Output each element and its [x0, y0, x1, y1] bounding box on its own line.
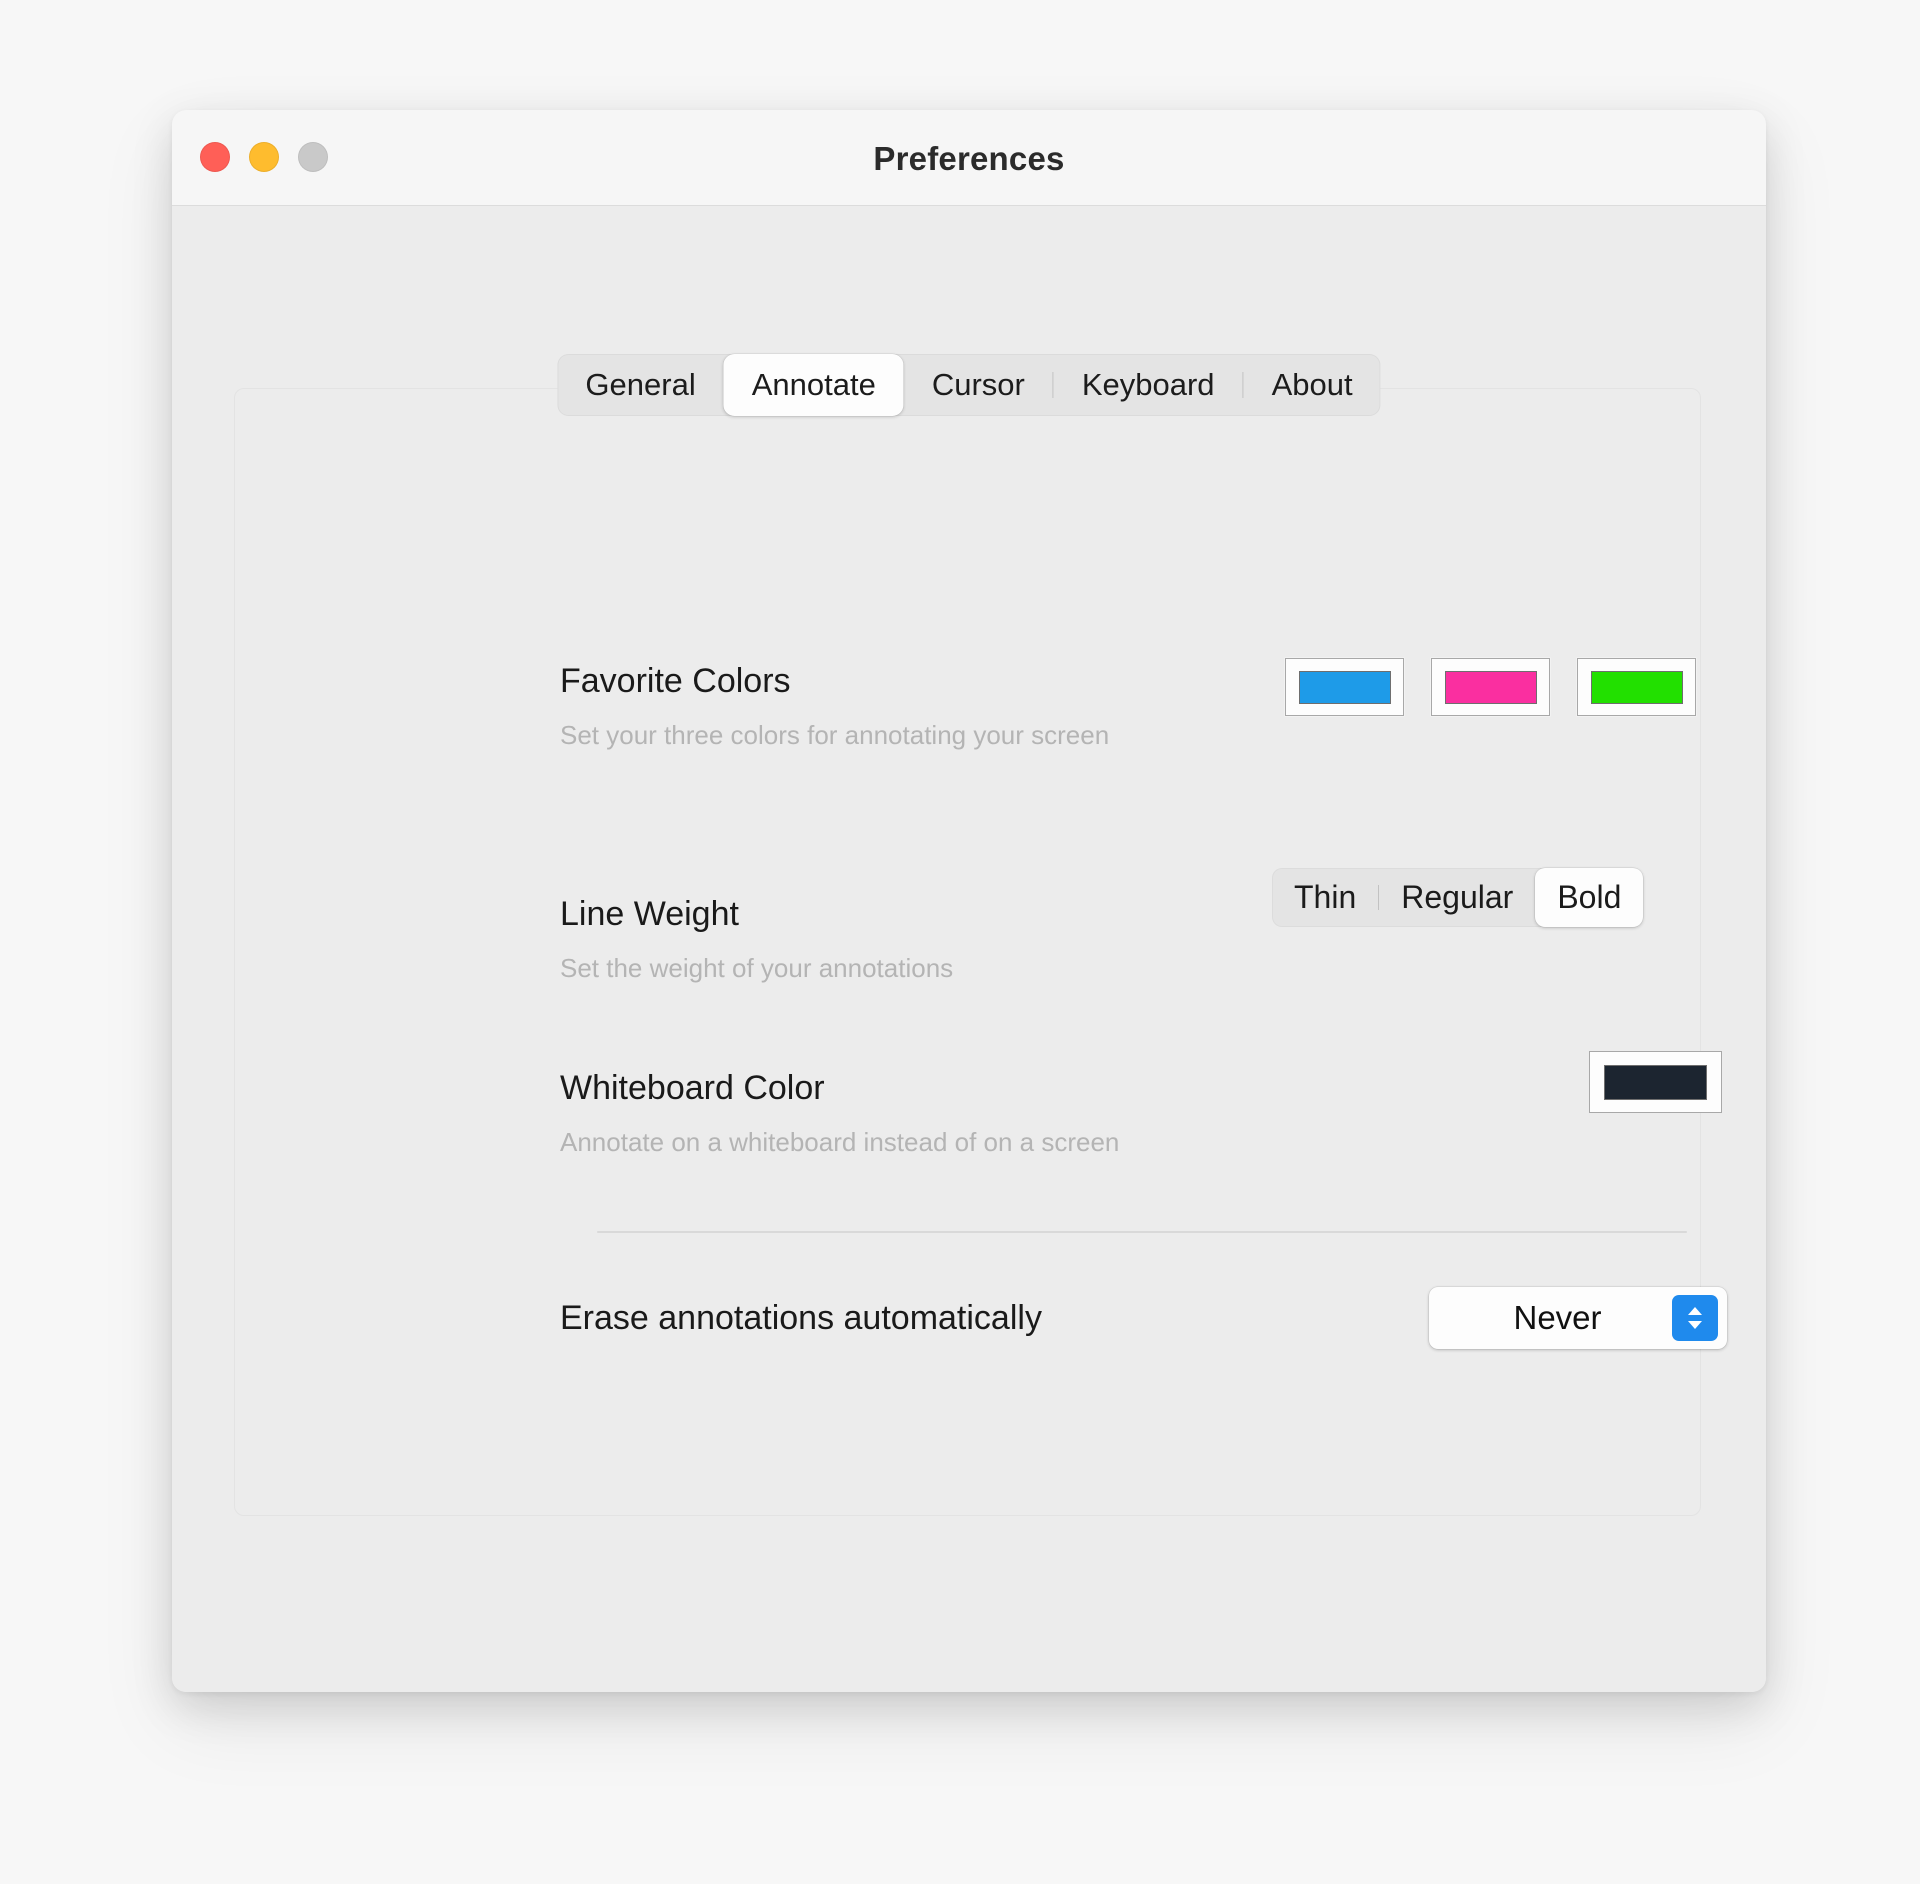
setting-whiteboard-color: Whiteboard Color Annotate on a whiteboar…: [560, 1068, 1119, 1160]
line-weight-option-thin[interactable]: Thin: [1272, 868, 1378, 927]
tab-bar: General Annotate Cursor Keyboard About: [557, 354, 1381, 416]
line-weight-subtitle: Set the weight of your annotations: [560, 952, 954, 983]
tab-annotate-label: Annotate: [751, 367, 876, 402]
tab-cursor[interactable]: Cursor: [904, 354, 1053, 416]
whiteboard-color-subtitle: Annotate on a whiteboard instead of on a…: [560, 1126, 1120, 1157]
color-well-whiteboard[interactable]: [1589, 1051, 1722, 1113]
color-well-green[interactable]: [1577, 658, 1696, 716]
window-titlebar: Preferences: [172, 110, 1766, 206]
erase-annotations-title: Erase annotations automatically: [560, 1299, 1042, 1337]
tab-annotate[interactable]: Annotate: [723, 354, 904, 416]
erase-annotations-popup-button[interactable]: Never: [1429, 1287, 1727, 1349]
preferences-content: General Annotate Cursor Keyboard About F…: [172, 206, 1766, 1692]
favorite-colors-wells: [1285, 658, 1696, 716]
color-swatch-green: [1590, 670, 1683, 704]
line-weight-option-regular[interactable]: Regular: [1379, 868, 1535, 927]
section-divider: [597, 1231, 1687, 1233]
color-swatch-blue: [1298, 670, 1391, 704]
tab-keyboard-label: Keyboard: [1081, 367, 1215, 402]
tab-about[interactable]: About: [1244, 354, 1381, 416]
line-weight-segmented-control: Thin Regular Bold: [1272, 868, 1644, 927]
color-swatch-whiteboard: [1604, 1064, 1707, 1100]
line-weight-option-bold[interactable]: Bold: [1535, 868, 1644, 927]
tab-keyboard[interactable]: Keyboard: [1054, 354, 1243, 416]
line-weight-title: Line Weight: [560, 895, 739, 933]
line-weight-option-thin-label: Thin: [1294, 879, 1357, 915]
setting-line-weight: Line Weight Set the weight of your annot…: [560, 894, 953, 986]
tab-general[interactable]: General: [557, 354, 723, 416]
favorite-colors-subtitle: Set your three colors for annotating you…: [560, 719, 1110, 750]
page-title: Preferences: [873, 140, 1065, 177]
line-weight-option-bold-label: Bold: [1557, 879, 1622, 915]
setting-erase-annotations: Erase annotations automatically: [560, 1298, 1042, 1339]
tab-about-label: About: [1271, 367, 1353, 402]
chevron-up-down-icon[interactable]: [1672, 1295, 1718, 1341]
tab-cursor-label: Cursor: [931, 367, 1025, 402]
color-swatch-pink: [1444, 670, 1537, 704]
favorite-colors-title: Favorite Colors: [560, 662, 791, 700]
whiteboard-color-title: Whiteboard Color: [560, 1069, 825, 1107]
line-weight-option-regular-label: Regular: [1401, 879, 1514, 915]
tab-general-label: General: [585, 367, 696, 402]
setting-favorite-colors: Favorite Colors Set your three colors fo…: [560, 661, 1109, 753]
preferences-window: Preferences General Annotate Cursor Keyb…: [172, 110, 1766, 1692]
color-well-blue[interactable]: [1285, 658, 1404, 716]
color-well-pink[interactable]: [1431, 658, 1550, 716]
erase-annotations-value: Never: [1513, 1299, 1602, 1336]
